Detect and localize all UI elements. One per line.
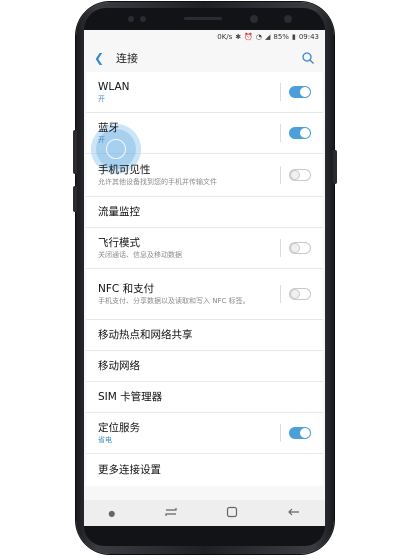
toggle-knob [290, 170, 300, 180]
navigation-bar: ● [84, 500, 325, 526]
recent-apps-icon[interactable] [164, 506, 178, 521]
row-text: 蓝牙 开 [98, 121, 280, 145]
row-text: 定位服务 省电 [98, 421, 280, 445]
power-button [333, 150, 337, 184]
dot-indicator-icon: ● [108, 508, 116, 518]
setting-row-bluetooth[interactable]: 蓝牙 开 [86, 113, 323, 169]
sensor-icon [128, 16, 134, 22]
app-header: ❮ 连接 [84, 44, 325, 72]
page-title: 连接 [116, 52, 138, 65]
top-bezel [84, 8, 325, 30]
setting-subtitle: 关闭通话、信息及移动数据 [98, 251, 182, 259]
setting-row-nfc[interactable]: NFC 和支付 手机支付、分享数据以及读取和写入 NFC 标签。 [86, 269, 323, 320]
clock: 09:43 [298, 33, 319, 41]
signal-icon: ◢ [265, 33, 271, 41]
row-text: 飞行模式 关闭通话、信息及移动数据 [98, 236, 280, 260]
setting-title: SIM 卡管理器 [98, 391, 163, 403]
setting-title: 蓝牙 [98, 122, 119, 134]
setting-subtitle: 手机支付、分享数据以及读取和写入 NFC 标签。 [98, 297, 250, 305]
divider [280, 124, 281, 142]
wlan-toggle[interactable] [289, 86, 311, 98]
setting-row-more-connections[interactable]: 更多连接设置 [86, 454, 323, 486]
divider [280, 424, 281, 442]
row-text: NFC 和支付 手机支付、分享数据以及读取和写入 NFC 标签。 [98, 282, 280, 306]
setting-row-wlan[interactable]: WLAN 开 [86, 72, 323, 113]
row-text: WLAN 开 [98, 80, 280, 104]
divider [280, 166, 281, 184]
toggle-knob [300, 128, 310, 138]
screen: 0K/s ✱ ⏰ ◔ ◢ 85% ▮ 09:43 ❮ 连接 WLAN 开 蓝牙 … [84, 30, 325, 526]
setting-row-sim-manager[interactable]: SIM 卡管理器 [86, 382, 323, 413]
alarm-icon: ⏰ [244, 33, 253, 41]
setting-row-location[interactable]: 定位服务 省电 [86, 413, 323, 454]
home-icon[interactable] [226, 506, 238, 521]
row-text: 更多连接设置 [98, 463, 311, 477]
row-text: 手机可见性 允许其他设备找到您的手机并传输文件 [98, 163, 280, 187]
iris-sensor-icon [284, 15, 292, 23]
battery-icon: ▮ [291, 33, 296, 41]
nfc-toggle[interactable] [289, 288, 311, 300]
wifi-icon: ◔ [255, 33, 262, 41]
row-text: SIM 卡管理器 [98, 390, 311, 404]
setting-title: NFC 和支付 [98, 283, 155, 295]
setting-row-visibility[interactable]: 手机可见性 允许其他设备找到您的手机并传输文件 [86, 154, 323, 197]
earpiece-icon [184, 17, 222, 20]
bluetooth-toggle[interactable] [289, 127, 311, 139]
setting-row-mobile-networks[interactable]: 移动网络 [86, 351, 323, 382]
setting-row-data-usage[interactable]: 流量监控 [86, 197, 323, 228]
setting-title: 定位服务 [98, 422, 140, 434]
sensor-icon [140, 16, 146, 22]
row-text: 移动热点和网络共享 [98, 328, 311, 342]
bixby-button [73, 186, 77, 212]
row-text: 流量监控 [98, 205, 311, 219]
location-toggle[interactable] [289, 427, 311, 439]
back-arrow-icon[interactable]: ❮ [94, 51, 110, 65]
divider [280, 285, 281, 303]
net-speed: 0K/s [217, 33, 233, 41]
volume-button [73, 130, 77, 174]
setting-title: 飞行模式 [98, 237, 140, 249]
divider [280, 239, 281, 257]
setting-row-hotspot[interactable]: 移动热点和网络共享 [86, 320, 323, 351]
setting-subtitle: 省电 [98, 436, 112, 444]
setting-title: 移动网络 [98, 360, 140, 372]
setting-title: 移动热点和网络共享 [98, 329, 193, 341]
bottom-bezel [84, 526, 325, 546]
back-icon[interactable] [287, 506, 301, 521]
setting-subtitle: 允许其他设备找到您的手机并传输文件 [98, 178, 217, 186]
setting-title: 流量监控 [98, 206, 140, 218]
airplane-toggle[interactable] [289, 242, 311, 254]
settings-list: WLAN 开 蓝牙 开 手机可见性 允许其他设备找到您的手机并传输文件 流量监控… [86, 72, 323, 486]
bluetooth-icon: ✱ [235, 33, 242, 41]
toggle-knob [290, 243, 300, 253]
setting-subtitle: 开 [98, 95, 105, 103]
front-camera-icon [250, 15, 258, 23]
toggle-knob [290, 289, 300, 299]
setting-title: WLAN [98, 81, 130, 93]
setting-title: 手机可见性 [98, 164, 151, 176]
battery-level: 85% [273, 33, 289, 41]
divider [280, 83, 281, 101]
search-icon[interactable] [301, 51, 315, 65]
toggle-knob [300, 87, 310, 97]
setting-title: 更多连接设置 [98, 464, 161, 476]
setting-subtitle: 开 [98, 136, 105, 144]
visibility-toggle[interactable] [289, 169, 311, 181]
toggle-knob [300, 428, 310, 438]
setting-row-airplane[interactable]: 飞行模式 关闭通话、信息及移动数据 [86, 228, 323, 269]
row-text: 移动网络 [98, 359, 311, 373]
status-bar: 0K/s ✱ ⏰ ◔ ◢ 85% ▮ 09:43 [84, 30, 325, 44]
